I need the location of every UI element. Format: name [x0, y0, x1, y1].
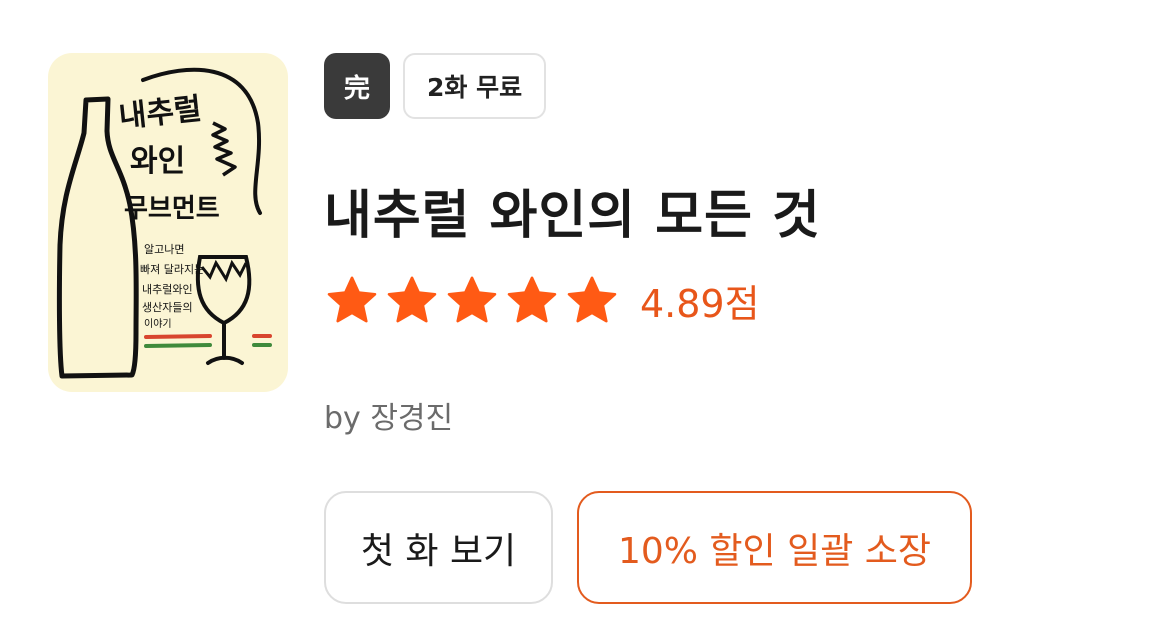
book-info: 完 2화 무료 내추럴 와인의 모든 것 4.89점 by 장경진 첫 화 보기… — [324, 53, 1130, 604]
cover-subtitle-line-1: 알고나면 — [144, 242, 184, 256]
cover-subtitle-line-3: 내추럴와인 — [142, 283, 193, 296]
cover-title-line-1: 내추럴 — [117, 91, 203, 134]
cover-subtitle-line-5: 이야기 — [144, 318, 172, 330]
completed-badge: 完 — [324, 53, 390, 119]
rating-score: 4.89점 — [640, 282, 760, 326]
action-buttons: 첫 화 보기 10% 할인 일괄 소장 — [324, 491, 972, 604]
star-icon — [447, 276, 497, 322]
badge-row: 完 2화 무료 — [324, 53, 1130, 119]
first-episode-button[interactable]: 첫 화 보기 — [324, 491, 553, 604]
bulk-purchase-button[interactable]: 10% 할인 일괄 소장 — [577, 491, 972, 604]
cover-subtitle-line-4: 생산자들의 — [142, 301, 193, 314]
book-title: 내추럴 와인의 모든 것 — [324, 186, 821, 246]
star-icon — [567, 276, 617, 322]
free-episodes-badge: 2화 무료 — [403, 53, 547, 119]
cover-title-line-3: 무브먼트 — [124, 194, 220, 224]
book-cover[interactable]: 내추럴 와인 무브먼트 알고나면 빠져 달라지는 내추럴와인 생산자들의 이야기 — [48, 53, 288, 392]
rating: 4.89점 — [326, 273, 760, 328]
star-icon — [387, 276, 437, 322]
cover-title-line-2: 와인 — [130, 144, 185, 179]
star-icon — [507, 276, 557, 322]
author[interactable]: by 장경진 — [324, 393, 453, 437]
rating-stars — [326, 276, 618, 326]
book-cover-illustration: 내추럴 와인 무브먼트 알고나면 빠져 달라지는 내추럴와인 생산자들의 이야기 — [56, 67, 272, 379]
book-detail-header: 내추럴 와인 무브먼트 알고나면 빠져 달라지는 내추럴와인 생산자들의 이야기… — [0, 0, 1170, 633]
cover-subtitle-line-2: 빠져 달라지는 — [140, 263, 204, 276]
star-icon — [327, 276, 377, 322]
